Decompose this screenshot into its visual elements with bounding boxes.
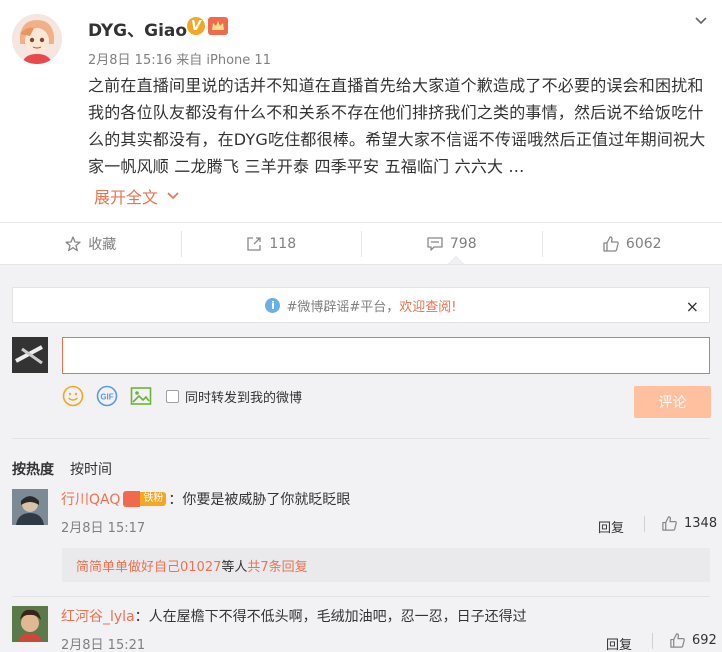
chevron-down-icon <box>167 192 179 200</box>
weibo-post: DYG、Giao V 2月8日 15:16 来自 iPhone 11 之前在直播… <box>0 0 722 222</box>
expand-full-text-link[interactable]: 展开全文 <box>94 184 180 208</box>
reply-button[interactable]: 回复 <box>598 517 624 536</box>
repost-count: 118 <box>269 235 297 252</box>
commenter-name[interactable]: 红河谷_lyla <box>61 606 135 626</box>
verified-icon[interactable]: V <box>187 17 205 35</box>
emoji-icon[interactable] <box>62 385 84 407</box>
gif-icon[interactable]: GIF <box>96 385 118 407</box>
post-menu-chevron-icon[interactable] <box>694 14 708 28</box>
post-meta: 2月8日 15:16 来自 iPhone 11 <box>88 53 271 68</box>
rumor-notice-bar: i #微博辟谣#平台， 欢迎查阅! × <box>12 287 710 323</box>
svg-text:GIF: GIF <box>100 393 113 402</box>
member-crown-icon[interactable] <box>208 17 228 35</box>
sub-reply-user[interactable]: 简简单单做好自己01027 <box>76 556 221 575</box>
repost-button[interactable]: 118 <box>180 223 362 264</box>
sub-reply-count[interactable]: 共7条回复 <box>247 556 307 575</box>
comment-line: 行川QAQ 铁粉 ：你要是被威胁了你就眨眨眼 <box>61 489 350 509</box>
active-tab-pointer <box>448 256 464 264</box>
sort-by-time-tab[interactable]: 按时间 <box>70 459 112 479</box>
post-content: 之前在直播间里说的话并不知道在直播首先给大家道个歉造成了不必要的误会和困扰和我的… <box>88 76 706 176</box>
fan-badge[interactable]: 铁粉 <box>123 491 167 507</box>
comment-sort-tabs: 按热度 按时间 <box>12 438 710 479</box>
comment-like-count: 1348 <box>684 516 718 531</box>
comment-time: 2月8日 15:17 <box>61 521 146 536</box>
submit-comment-button[interactable]: 评论 <box>634 386 711 418</box>
thumbs-up-icon <box>670 633 685 648</box>
comment-time: 2月8日 15:21 <box>61 638 146 652</box>
favorite-button[interactable]: 收藏 <box>0 223 181 264</box>
thumbs-up-icon <box>603 235 619 252</box>
sort-by-hot-tab[interactable]: 按热度 <box>12 459 54 479</box>
comment-like-count: 692 <box>692 633 717 648</box>
sub-reply-middle: 等人 <box>221 559 248 575</box>
comment-divider <box>12 596 710 597</box>
comment-like-button[interactable]: 692 <box>652 632 717 649</box>
commenter-avatar[interactable] <box>12 606 48 642</box>
composer-toolbar: GIF 同时转发到我的微博 <box>62 385 302 407</box>
author-name[interactable]: DYG、Giao <box>88 16 187 41</box>
like-count: 6062 <box>625 235 662 252</box>
also-repost-checkbox[interactable]: 同时转发到我的微博 <box>166 387 302 406</box>
commenter-name[interactable]: 行川QAQ <box>61 489 120 509</box>
expand-label: 展开全文 <box>94 188 159 207</box>
favorite-label: 收藏 <box>88 236 117 253</box>
image-icon[interactable] <box>130 385 152 407</box>
post-action-bar: 收藏 118 798 6062 <box>0 222 722 264</box>
also-repost-label: 同时转发到我的微博 <box>185 390 303 406</box>
notice-prefix[interactable]: #微博辟谣#平台， <box>286 296 399 315</box>
thumbs-up-icon <box>662 516 677 531</box>
comment-like-button[interactable]: 1348 <box>644 515 717 532</box>
divider <box>652 632 653 649</box>
comment-input[interactable] <box>62 337 710 374</box>
author-badges: V <box>187 17 228 35</box>
share-icon <box>247 236 262 251</box>
comment-count: 798 <box>449 235 477 252</box>
reply-button[interactable]: 回复 <box>606 634 632 652</box>
sub-replies-summary[interactable]: 简简单单做好自己01027 等人 共7条回复 <box>62 548 710 582</box>
divider <box>644 515 645 532</box>
like-button[interactable]: 6062 <box>541 223 722 264</box>
author-avatar[interactable] <box>12 14 62 64</box>
comment-text: ：人在屋檐下不得不低头啊，毛绒加油吧，忍一忍，日子还得过 <box>134 609 527 625</box>
notice-link[interactable]: 欢迎查阅! <box>399 296 456 315</box>
close-icon[interactable]: × <box>686 297 699 316</box>
info-icon: i <box>265 297 281 313</box>
crown-icon <box>123 491 141 507</box>
comment-panel: i #微博辟谣#平台， 欢迎查阅! × GIF 同时转发到我的微博 评论 按热度… <box>0 264 722 652</box>
star-icon <box>65 235 81 251</box>
comment-text: ：你要是被威胁了你就眨眨眼 <box>168 492 351 508</box>
fan-badge-label: 铁粉 <box>140 492 167 506</box>
current-user-avatar[interactable] <box>12 337 48 373</box>
comment-line: 红河谷_lyla ：人在屋檐下不得不低头啊，毛绒加油吧，忍一忍，日子还得过 <box>61 606 527 626</box>
checkbox-box[interactable] <box>166 389 179 403</box>
comment-icon <box>427 236 443 251</box>
commenter-avatar[interactable] <box>12 489 48 525</box>
